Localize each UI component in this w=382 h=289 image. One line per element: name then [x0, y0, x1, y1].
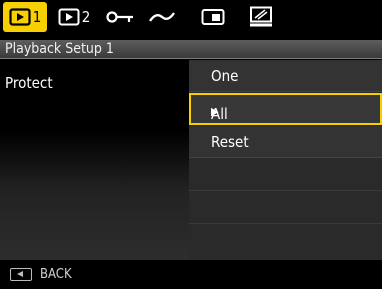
footer-bar: BACK: [0, 260, 382, 289]
option-one[interactable]: One: [189, 60, 382, 92]
tab-number: 1: [32, 7, 42, 26]
tab-playback-1[interactable]: 1: [3, 2, 47, 32]
tab-bar: 1 2: [0, 0, 382, 40]
tab-number: 2: [81, 7, 91, 26]
option-label: One: [211, 67, 239, 85]
option-label: Reset: [211, 133, 249, 151]
empty-option-slot: [189, 192, 382, 224]
tab-playback-2[interactable]: 2: [52, 2, 96, 32]
option-all[interactable]: ▶ All: [189, 93, 382, 125]
empty-option-slot: [189, 159, 382, 191]
empty-option-slot: [189, 225, 382, 257]
wrench-icon: [149, 12, 175, 22]
option-label: All: [211, 105, 228, 123]
back-button[interactable]: BACK: [40, 267, 72, 282]
option-reset[interactable]: Reset: [189, 126, 382, 158]
tab-tv-output[interactable]: [246, 2, 276, 32]
options-panel: One ▶ All Reset: [189, 60, 382, 260]
settings-list: Protect: [0, 60, 189, 260]
page-title: Playback Setup 1: [5, 41, 114, 57]
playback-icon: [9, 8, 31, 26]
tab-protect-settings[interactable]: [102, 2, 138, 32]
left-key-icon: [10, 268, 32, 281]
tv-icon: [250, 6, 272, 27]
key-icon: [106, 11, 133, 23]
memory-card-icon: [201, 9, 225, 25]
tab-setup[interactable]: [145, 2, 179, 32]
setting-label-protect[interactable]: Protect: [5, 74, 53, 92]
playback-icon: [58, 8, 80, 26]
page-title-bar: Playback Setup 1: [0, 40, 382, 59]
tab-memory[interactable]: [196, 2, 230, 32]
